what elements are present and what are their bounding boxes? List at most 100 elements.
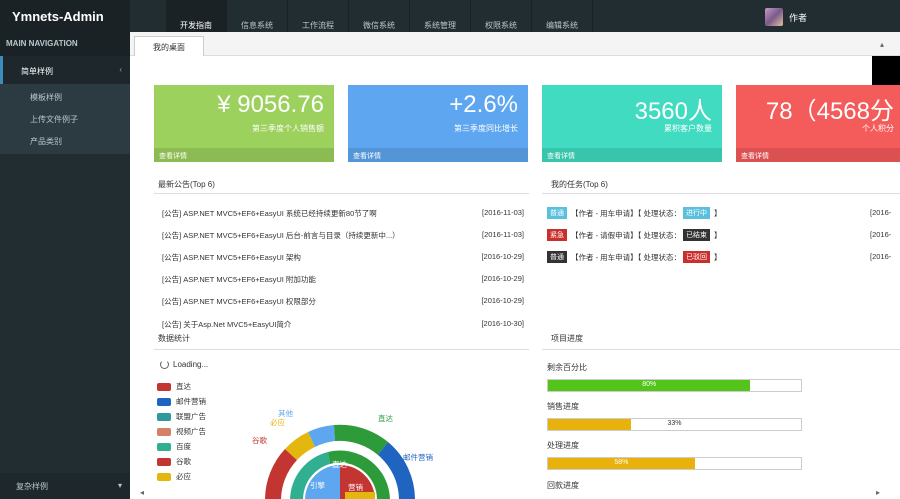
loading-indicator: Loading... (160, 360, 208, 369)
news-row[interactable]: [公告] ASP.NET MVC5+EF6+EasyUI 系统已经持续更新80节… (162, 208, 524, 219)
task-row[interactable]: 普通 【作者 - 用车申请】【 处理状态： 已驳回】 (547, 251, 722, 263)
news-date: [2016-10-30] (481, 319, 524, 328)
nav-tab-permission[interactable]: 权限系统 (471, 0, 532, 32)
legend-label: 直达 (176, 382, 191, 391)
news-date: [2016-11-03] (482, 208, 524, 217)
nav-tab-system-mgmt[interactable]: 系统管理 (410, 0, 471, 32)
card-desc: 第三季度同比增长 (454, 124, 518, 133)
news-text: [公告] ASP.NET MVC5+EF6+EasyUI 架构 (162, 253, 301, 262)
card-more-link[interactable]: 查看详情 (736, 148, 900, 162)
donut-label: 直达 (332, 459, 347, 469)
sidebar-group-complex[interactable]: 复杂样例 ▾ (0, 473, 130, 499)
legend-label: 谷歌 (176, 457, 191, 466)
news-text: [公告] ASP.NET MVC5+EF6+EasyUI 后台-前言与目录（持续… (162, 231, 400, 240)
legend-swatch (157, 397, 171, 406)
avatar (765, 8, 783, 26)
sidebar-item-upload[interactable]: 上传文件例子 (0, 108, 130, 130)
stats-title: 数据统计 (158, 334, 190, 343)
pie-segment[interactable] (345, 492, 375, 499)
scroll-left-icon[interactable]: ◂ (140, 488, 144, 497)
priority-badge: 普通 (547, 251, 567, 263)
news-date: [2016-10-29] (481, 252, 524, 261)
news-text: [公告] 关于Asp.Net MVC5+EasyUI简介 (162, 320, 292, 329)
donut-label: 谷歌 (252, 435, 267, 445)
nav-tab-info-system[interactable]: 信息系统 (227, 0, 288, 32)
legend-label: 邮件营销 (176, 397, 206, 406)
donut-chart: 其他 直达 必应 谷歌 邮件营销 直达 营销 引擎 (252, 408, 433, 499)
progress-bar: 33% (547, 418, 802, 431)
sidebar-item-template[interactable]: 模板样例 (0, 86, 130, 108)
news-row[interactable]: [公告] ASP.NET MVC5+EF6+EasyUI 附加功能 [2016-1… (162, 274, 524, 285)
status-badge: 进行中 (683, 207, 710, 219)
legend-item[interactable]: 直达 (157, 381, 191, 392)
user-name: 作者 (789, 12, 808, 23)
status-badge: 已驳回 (683, 251, 710, 263)
donut-label: 邮件营销 (403, 452, 433, 462)
legend-swatch (157, 442, 171, 451)
progress-label: 剩余百分比 (547, 363, 587, 372)
news-date: [2016-10-29] (481, 296, 524, 305)
top-bar: Ymnets-Admin 开发指南 信息系统 工作流程 微信系统 系统管理 权限… (0, 0, 900, 32)
divider (154, 193, 529, 194)
news-row[interactable]: [公告] ASP.NET MVC5+EF6+EasyUI 架构 [2016-10-… (162, 252, 524, 263)
nav-tab-wechat[interactable]: 微信系统 (349, 0, 410, 32)
legend-swatch (157, 382, 171, 391)
brand-logo[interactable]: Ymnets-Admin (0, 0, 130, 32)
card-more-link[interactable]: 查看详情 (542, 148, 722, 162)
sidebar-submenu: 模板样例 上传文件例子 产品类别 (0, 84, 130, 154)
scroll-right-icon[interactable]: ▸ (876, 488, 880, 497)
divider (154, 349, 529, 350)
stat-card-customers: 3560人 累积客户数量 查看详情 (542, 85, 722, 162)
card-more-link[interactable]: 查看详情 (154, 148, 334, 162)
card-value: 3560人 (634, 98, 712, 125)
scroll-up-icon[interactable]: ▴ (880, 40, 884, 49)
card-value: ¥ 9056.76 (217, 91, 324, 118)
card-value: 78（4568分 (765, 98, 894, 125)
sidebar-group-simple[interactable]: 简单样例 ‹ (0, 56, 130, 84)
nav-tab-editor[interactable]: 编辑系统 (532, 0, 593, 32)
news-text: [公告] ASP.NET MVC5+EF6+EasyUI 系统已经持续更新80节… (162, 209, 377, 218)
legend-item[interactable]: 百度 (157, 441, 191, 452)
task-row[interactable]: 紧急 【作者 - 请假申请】【 处理状态： 已结束】 (547, 229, 722, 241)
sidebar-header: MAIN NAVIGATION (0, 32, 130, 56)
nav-tab-dev-guide[interactable]: 开发指南 (166, 0, 227, 32)
stat-card-points: 78（4568分 个人积分 查看详情 (736, 85, 900, 162)
legend-label: 百度 (176, 442, 191, 451)
user-menu[interactable]: 作者 (765, 8, 807, 26)
legend-item[interactable]: 联盟广告 (157, 411, 206, 422)
news-row[interactable]: [公告] ASP.NET MVC5+EF6+EasyUI 后台-前言与目录（持续… (162, 230, 524, 241)
legend-swatch (157, 427, 171, 436)
nav-tab-workflow[interactable]: 工作流程 (288, 0, 349, 32)
chevron-icon: ‹ (119, 65, 122, 74)
card-desc: 第三季度个人销售额 (252, 124, 324, 133)
donut-label: 引擎 (310, 480, 325, 490)
donut-label: 必应 (270, 417, 285, 427)
loading-text: Loading... (173, 360, 209, 369)
progress-text: 80% (642, 381, 657, 388)
donut-segment[interactable] (334, 424, 388, 455)
divider (542, 193, 900, 194)
progress-bar: 80% (547, 379, 802, 392)
legend-label: 必应 (176, 472, 191, 481)
news-title: 最新公告(Top 6) (158, 180, 215, 189)
news-row[interactable]: [公告] ASP.NET MVC5+EF6+EasyUI 权限部分 [2016-1… (162, 296, 524, 307)
task-date: [2016- (870, 252, 892, 261)
legend-item[interactable]: 必应 (157, 471, 191, 482)
progress-text: 33% (667, 420, 682, 427)
legend-item[interactable]: 邮件营销 (157, 396, 206, 407)
legend-item[interactable]: 视频广告 (157, 426, 206, 437)
task-row[interactable]: 普通 【作者 - 用车申请】【 处理状态： 进行中】 (547, 207, 722, 219)
sidebar-item-category[interactable]: 产品类别 (0, 130, 130, 152)
sidebar-group-label: 复杂样例 (16, 482, 48, 491)
legend-swatch (157, 457, 171, 466)
legend-item[interactable]: 谷歌 (157, 456, 191, 467)
card-desc: 个人积分 (862, 124, 894, 133)
tab-my-desktop[interactable]: 我的桌面 (134, 36, 204, 56)
status-badge: 已结束 (683, 229, 710, 241)
divider (542, 349, 900, 350)
progress-label: 回款进度 (547, 481, 579, 490)
card-more-link[interactable]: 查看详情 (348, 148, 528, 162)
chevron-down-icon: ▾ (117, 481, 122, 490)
news-row[interactable]: [公告] 关于Asp.Net MVC5+EasyUI简介 [2016-10-30] (162, 319, 524, 330)
progress-label: 销售进度 (547, 402, 579, 411)
